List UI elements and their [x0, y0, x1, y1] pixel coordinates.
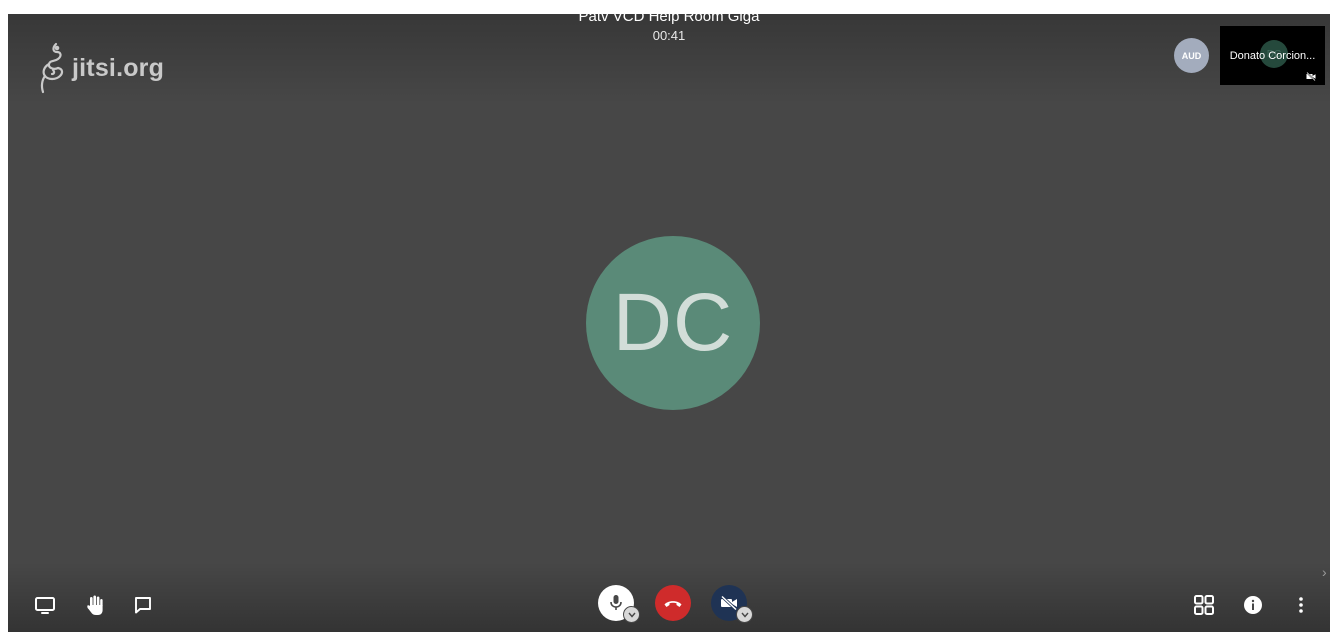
meeting-timer: 00:41 [652, 28, 686, 43]
more-options-button[interactable] [1288, 592, 1314, 618]
meeting-title: Patv VCD Help Room Giga [578, 14, 760, 25]
screen-share-icon [35, 597, 55, 614]
raise-hand-icon [87, 595, 103, 615]
microphone-icon [610, 595, 622, 610]
dominant-speaker-avatar: DC [586, 236, 760, 410]
chat-icon [135, 597, 151, 614]
camera-button[interactable] [711, 585, 753, 623]
jitsi-logo[interactable]: jitsi.org [36, 40, 164, 96]
jitsi-logo-icon [40, 42, 64, 94]
remote-participant-tile[interactable]: DC Donato Corcion... [1220, 26, 1325, 85]
tile-view-button[interactable] [1191, 592, 1217, 618]
audio-only-badge[interactable]: AUD [1174, 38, 1209, 73]
info-icon [1244, 596, 1262, 614]
microphone-button[interactable] [598, 585, 640, 623]
video-settings-toggle[interactable] [736, 606, 753, 623]
chevron-down-icon [627, 612, 636, 618]
meeting-subject: Patv VCD Help Room Giga 00:41 [8, 14, 1330, 44]
large-video-area: Patv VCD Help Room Giga 00:41 jitsi.org … [8, 14, 1330, 632]
filmstrip-toggle-icon[interactable]: › [1322, 564, 1327, 580]
camera-muted-icon [1306, 72, 1316, 81]
chat-button[interactable] [130, 592, 156, 618]
raise-hand-button[interactable] [82, 592, 108, 618]
logo-text: jitsi.org [72, 53, 165, 82]
remote-participant-name: Donato Corcion... [1229, 50, 1316, 62]
hangup-icon [664, 601, 682, 607]
info-button[interactable] [1240, 592, 1266, 618]
camera-off-icon [720, 595, 738, 611]
audio-settings-toggle[interactable] [623, 606, 640, 623]
screen-share-button[interactable] [32, 592, 58, 618]
hangup-button[interactable] [655, 585, 691, 621]
chevron-down-icon [740, 612, 749, 618]
tile-view-icon [1194, 595, 1214, 615]
avatar-initials: DC [612, 277, 734, 368]
more-options-icon [1299, 597, 1303, 613]
